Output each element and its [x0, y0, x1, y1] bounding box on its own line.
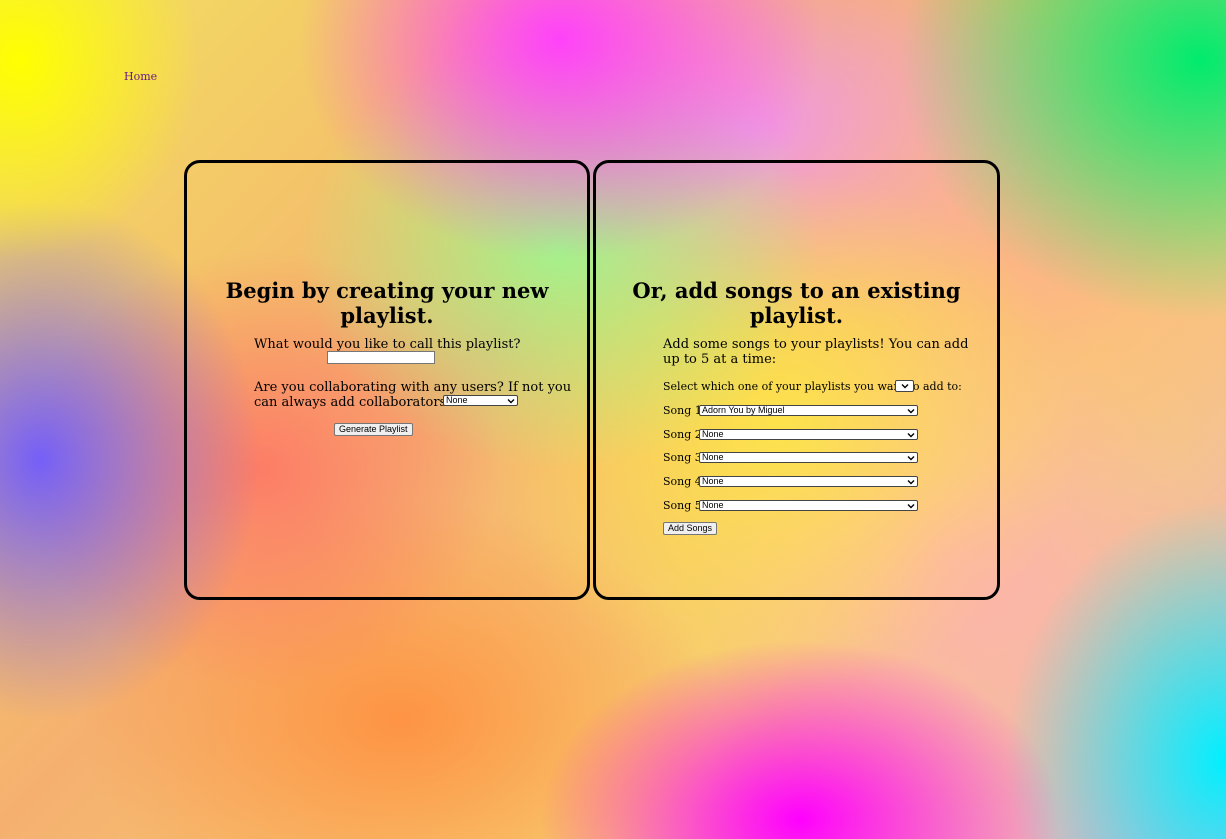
song-3-select-value: None — [702, 452, 724, 462]
home-link[interactable]: Home — [124, 70, 157, 83]
song-3-select[interactable]: None — [699, 452, 918, 463]
generate-playlist-button[interactable]: Generate Playlist — [334, 423, 413, 436]
collab-question-line1: Are you collaborating with any users? If… — [254, 380, 572, 395]
create-playlist-heading: Begin by creating your new playlist. — [225, 278, 549, 328]
add-songs-panel: Or, add songs to an existing playlist. A… — [593, 160, 1000, 600]
song-5-select[interactable]: None — [699, 500, 918, 511]
existing-playlist-select[interactable] — [895, 380, 914, 392]
chevron-down-icon — [907, 433, 915, 438]
song-2-select-value: None — [702, 429, 724, 439]
add-songs-button[interactable]: Add Songs — [663, 522, 718, 535]
create-playlist-panel: Begin by creating your new playlist. Wha… — [184, 160, 590, 600]
add-songs-heading: Or, add songs to an existing playlist. — [632, 278, 961, 328]
song-2-select[interactable]: None — [699, 429, 918, 440]
chevron-down-icon — [907, 504, 915, 509]
playlist-name-input[interactable] — [327, 351, 435, 364]
chevron-down-icon — [907, 409, 915, 414]
song-5-select-value: None — [702, 500, 724, 510]
chevron-down-icon — [907, 456, 915, 461]
song-4-select-value: None — [702, 476, 724, 486]
add-songs-intro-line2: up to 5 at a time: — [663, 352, 777, 367]
playlist-select-label: Select which one of your playlists you w… — [663, 380, 962, 393]
add-songs-intro-line1: Add some songs to your playlists! You ca… — [663, 337, 969, 352]
collaborator-select[interactable]: None — [443, 395, 518, 406]
playlist-name-label: What would you like to call this playlis… — [254, 337, 521, 352]
chevron-down-icon — [901, 384, 909, 389]
song-1-select-value: Adorn You by Miguel — [702, 405, 785, 415]
song-1-select[interactable]: Adorn You by Miguel — [699, 405, 918, 416]
collaborator-select-value: None — [446, 395, 468, 405]
chevron-down-icon — [507, 399, 515, 404]
chevron-down-icon — [907, 480, 915, 485]
song-4-select[interactable]: None — [699, 476, 918, 487]
